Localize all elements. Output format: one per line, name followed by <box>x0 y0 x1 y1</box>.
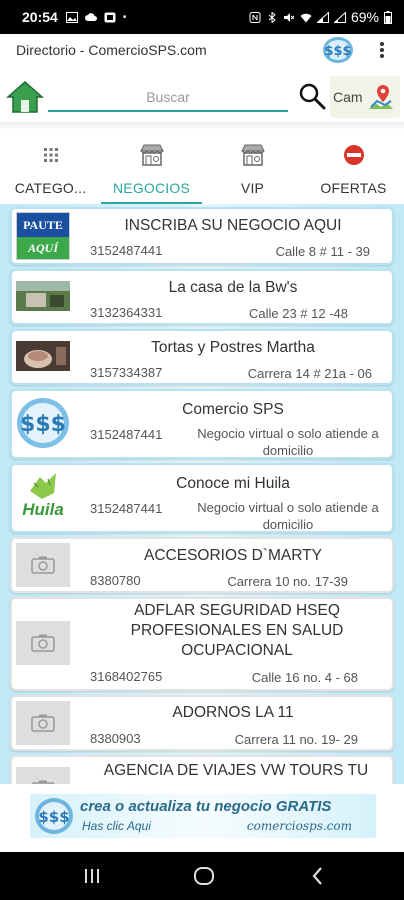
business-name: Comercio SPS <box>182 401 284 418</box>
banner-url: comerciosps.com <box>246 819 352 833</box>
business-address: Carrera 10 no. 17-39 <box>227 574 348 589</box>
list-item[interactable]: Huila Conoce mi Huila 3152487441 Negocio… <box>10 463 394 533</box>
no-image-placeholder-icon <box>16 621 70 665</box>
status-bar: 20:54 • 69% <box>0 0 404 34</box>
overflow-menu-icon[interactable] <box>374 40 390 60</box>
battery-icon <box>384 10 392 24</box>
business-phone: 3152487441 <box>90 243 163 258</box>
sps-logo: $$$ <box>16 394 70 452</box>
business-name: ADFLAR SEGURIDAD HSEQ PROFESIONALES EN S… <box>130 602 344 659</box>
cake-photo <box>16 341 70 371</box>
business-name: ACCESORIOS D`MARTY <box>144 547 322 564</box>
wifi-icon <box>300 13 312 22</box>
mute-icon <box>283 12 295 22</box>
business-name: INSCRIBA SU NEGOCIO AQUI <box>124 217 342 234</box>
svg-text:$$$: $$$ <box>20 412 66 437</box>
gallery-notification-icon <box>65 11 78 23</box>
business-phone: 8380780 <box>90 573 141 588</box>
offers-tag-icon <box>343 145 364 165</box>
sps-logo-icon: $$$ <box>323 37 353 63</box>
dot-notification-icon: • <box>122 11 127 23</box>
business-address: Calle 16 no. 4 - 68 <box>251 670 358 685</box>
business-address: Carrera 11 no. 19- 29 <box>234 732 358 747</box>
nfc-icon <box>249 11 261 23</box>
business-phone: 3157334387 <box>90 365 163 380</box>
business-phone: 3152487441 <box>90 501 163 516</box>
map-camera-button[interactable]: Cam <box>330 76 400 118</box>
app-notification-icon <box>104 12 116 22</box>
paute-aqui-logo: PAUTE AQUÍ <box>16 212 70 260</box>
cam-label: Cam <box>333 89 363 105</box>
home-button-icon[interactable] <box>192 864 216 888</box>
business-phone: 3132364331 <box>90 305 163 320</box>
tab-bar: CATEGO... NEGOCIOS VIP OFERTAS <box>0 136 404 204</box>
business-address: Calle 23 # 12 -48 <box>248 306 348 321</box>
business-name: La casa de la Bw's <box>168 279 298 296</box>
business-address: Carrera 14 # 21a - 06 <box>247 366 372 381</box>
svg-text:$$$: $$$ <box>38 808 69 826</box>
promo-banner[interactable]: $$$ crea o actualiza tu negocio GRATIS H… <box>30 794 376 838</box>
list-item[interactable]: La casa de la Bw's 3132364331 Calle 23 #… <box>10 269 394 325</box>
business-name: AGENCIA DE VIAJES VW TOURS TU DESTINO <box>103 762 369 784</box>
business-phone: 3168402765 <box>90 669 163 684</box>
system-nav-bar <box>0 852 404 900</box>
search-icon[interactable] <box>298 82 326 110</box>
storefront-photo <box>16 281 70 311</box>
list-item[interactable]: PAUTE AQUÍ INSCRIBA SU NEGOCIO AQUI 3152… <box>10 207 394 265</box>
tab-vip[interactable]: VIP <box>202 136 303 204</box>
tab-negocios[interactable]: NEGOCIOS <box>101 136 202 204</box>
tab-categorias[interactable]: CATEGO... <box>0 136 101 204</box>
bluetooth-icon <box>268 11 276 23</box>
signal-icon <box>316 11 329 23</box>
business-address: Calle 8 # 11 - 39 <box>275 244 370 259</box>
no-image-placeholder-icon <box>16 701 70 745</box>
recent-apps-icon[interactable] <box>80 864 104 888</box>
banner-headline: crea o actualiza tu negocio GRATIS <box>80 798 332 815</box>
business-address: Negocio virtual o solo atiende a domicil… <box>197 426 379 458</box>
business-phone: 8380903 <box>90 731 141 746</box>
list-item[interactable]: ADORNOS LA 11 8380903 Carrera 11 no. 19-… <box>10 695 394 751</box>
list-item[interactable]: ADFLAR SEGURIDAD HSEQ PROFESIONALES EN S… <box>10 597 394 691</box>
huila-logo: Huila <box>16 469 70 527</box>
no-image-placeholder-icon <box>16 543 70 587</box>
list-item[interactable]: $$$ Comercio SPS 3152487441 Negocio virt… <box>10 389 394 459</box>
business-name: Tortas y Postres Martha <box>151 339 315 356</box>
no-image-placeholder-icon <box>16 767 70 784</box>
list-item[interactable]: ACCESORIOS D`MARTY 8380780 Carrera 10 no… <box>10 537 394 593</box>
list-item[interactable]: Tortas y Postres Martha 3157334387 Carre… <box>10 329 394 385</box>
svg-text:$$$: $$$ <box>324 44 351 59</box>
battery-percent: 69% <box>350 9 379 25</box>
vip-shop-icon <box>240 144 265 166</box>
cloud-notification-icon <box>84 12 97 21</box>
sps-banner-logo-icon: $$$ <box>35 798 73 834</box>
shop-icon <box>139 144 164 166</box>
signal-icon-2 <box>333 11 346 23</box>
back-icon[interactable] <box>306 864 330 888</box>
business-name: ADORNOS LA 11 <box>172 704 294 721</box>
svg-text:Huila: Huila <box>22 500 64 519</box>
business-name: Conoce mi Huila <box>176 475 290 492</box>
banner-subtext: Has clic Aqui <box>82 819 151 833</box>
app-title: Directorio - ComercioSPS.com <box>16 42 207 58</box>
grid-dots-icon <box>43 148 58 162</box>
search-row: Cam <box>0 72 404 122</box>
map-pin-icon <box>369 85 393 109</box>
app-bar: Directorio - ComercioSPS.com $$$ <box>0 34 404 66</box>
home-icon[interactable] <box>6 80 44 114</box>
tab-ofertas[interactable]: OFERTAS <box>303 136 404 204</box>
list-item[interactable]: AGENCIA DE VIAJES VW TOURS TU DESTINO <box>10 755 394 784</box>
search-input[interactable] <box>48 84 288 112</box>
business-phone: 3152487441 <box>90 427 163 442</box>
status-time: 20:54 <box>22 9 58 25</box>
business-address: Negocio virtual o solo atiende a domicil… <box>197 500 379 532</box>
business-list[interactable]: PAUTE AQUÍ INSCRIBA SU NEGOCIO AQUI 3152… <box>0 204 404 784</box>
